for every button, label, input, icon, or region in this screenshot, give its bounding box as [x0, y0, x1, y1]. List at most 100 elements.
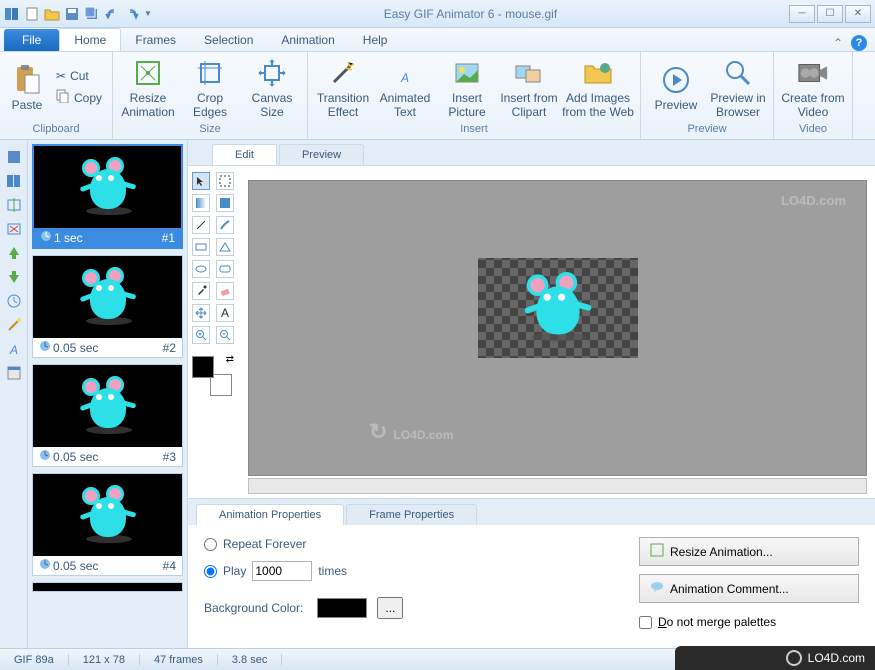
delete-frame-icon[interactable] [5, 220, 23, 238]
comment-icon [650, 580, 664, 597]
undo-icon[interactable] [104, 6, 120, 22]
collapse-ribbon-icon[interactable]: ⌃ [833, 36, 843, 50]
resize-animation-button[interactable]: Resize Animation [119, 55, 177, 121]
move-tool[interactable] [192, 304, 210, 322]
tab-animation[interactable]: Animation [267, 29, 348, 51]
frame-list[interactable]: 1 sec#1 0.05 sec#2 0.05 sec#3 0.05 sec#4 [28, 140, 188, 648]
insert-clipart-button[interactable]: Insert from Clipart [500, 55, 558, 121]
properties-icon[interactable] [5, 364, 23, 382]
redo-icon[interactable] [124, 6, 140, 22]
select-tool[interactable] [192, 172, 210, 190]
merge-palettes-checkbox[interactable] [639, 616, 652, 629]
line-tool[interactable] [192, 216, 210, 234]
canvas-size-button[interactable]: Canvas Size [243, 55, 301, 121]
rounded-rect-tool[interactable] [216, 260, 234, 278]
minimize-button[interactable]: ─ [789, 5, 815, 23]
add-from-web-button[interactable]: Add Images from the Web [562, 55, 634, 121]
edit-tabs: Edit Preview [188, 140, 875, 166]
timing-icon[interactable] [5, 292, 23, 310]
text-tool-icon[interactable]: A [5, 340, 23, 358]
ribbon-group-size: Resize Animation Crop Edges Canvas Size … [113, 52, 308, 139]
zoom-out-tool[interactable] [216, 326, 234, 344]
create-video-button[interactable]: Create from Video [780, 55, 846, 121]
animated-text-button[interactable]: AAnimated Text [376, 55, 434, 121]
folder-web-icon [582, 57, 614, 89]
merge-palettes-label: DDo not merge paletteso not merge palett… [658, 615, 776, 629]
resize-animation-props-button[interactable]: Resize Animation... [639, 537, 859, 566]
gradient-tool[interactable] [192, 194, 210, 212]
bgcolor-swatch[interactable] [317, 598, 367, 618]
cut-button[interactable]: ✂Cut [52, 67, 106, 85]
eraser-tool[interactable] [216, 282, 234, 300]
status-format: GIF 89a [0, 654, 69, 666]
fg-color[interactable] [192, 356, 214, 378]
properties-panel: Animation Properties Frame Properties Re… [188, 498, 875, 648]
frame-item[interactable]: 1 sec#1 [32, 144, 183, 249]
frame-duration: 0.05 sec [53, 559, 98, 573]
wizard-icon[interactable] [5, 148, 23, 166]
draw-toolbar: A ⇄ [188, 166, 244, 498]
animation-comment-button[interactable]: Animation Comment... [639, 574, 859, 603]
preview-browser-button[interactable]: Preview in Browser [709, 55, 767, 121]
new-icon[interactable] [24, 6, 40, 22]
preview-button[interactable]: Preview [647, 55, 705, 121]
save-icon[interactable] [64, 6, 80, 22]
tab-selection[interactable]: Selection [190, 29, 267, 51]
file-tab[interactable]: File [4, 29, 59, 51]
open-icon[interactable] [44, 6, 60, 22]
crop-icon [194, 57, 226, 89]
frames-icon[interactable] [5, 172, 23, 190]
move-up-icon[interactable] [5, 244, 23, 262]
play-icon [660, 64, 692, 96]
qat-dropdown-icon[interactable]: ▼ [144, 9, 152, 18]
canvas[interactable]: LO4D.com ↻ LO4D.com [248, 180, 867, 476]
watermark: LO4D.com [781, 193, 846, 208]
tab-frames[interactable]: Frames [121, 29, 190, 51]
zoom-in-tool[interactable] [192, 326, 210, 344]
rect-tool[interactable] [192, 238, 210, 256]
transition-effect-button[interactable]: Transition Effect [314, 55, 372, 121]
tab-edit[interactable]: Edit [212, 144, 277, 165]
effects-icon[interactable] [5, 316, 23, 334]
bgcolor-picker-button[interactable]: ... [377, 597, 403, 619]
frame-number: #2 [163, 341, 176, 355]
clipart-icon [513, 57, 545, 89]
marquee-tool[interactable] [216, 172, 234, 190]
menu-tabs: File Home Frames Selection Animation Hel… [0, 28, 875, 52]
repeat-forever-radio[interactable] [204, 538, 217, 551]
save-all-icon[interactable] [84, 6, 100, 22]
copy-button[interactable]: Copy [52, 87, 106, 108]
tab-home[interactable]: Home [59, 28, 121, 51]
crop-edges-button[interactable]: Crop Edges [181, 55, 239, 121]
frame-item[interactable]: 0.05 sec#3 [32, 364, 183, 467]
insert-frame-icon[interactable] [5, 196, 23, 214]
triangle-tool[interactable] [216, 238, 234, 256]
horizontal-scrollbar[interactable] [248, 478, 867, 494]
app-icon [4, 6, 20, 22]
move-down-icon[interactable] [5, 268, 23, 286]
play-radio[interactable] [204, 565, 217, 578]
play-count-input[interactable] [252, 561, 312, 581]
color-swatches[interactable]: ⇄ [192, 356, 232, 396]
text-tool[interactable]: A [216, 304, 234, 322]
maximize-button[interactable]: ☐ [817, 5, 843, 23]
frame-item[interactable]: 0.05 sec#4 [32, 473, 183, 576]
repeat-forever-label: Repeat Forever [223, 537, 306, 551]
frame-number: #1 [162, 231, 175, 245]
eyedropper-tool[interactable] [192, 282, 210, 300]
frame-item[interactable] [32, 582, 183, 592]
tab-help[interactable]: Help [349, 29, 402, 51]
paste-button[interactable]: Paste [6, 63, 48, 112]
tab-anim-props[interactable]: Animation Properties [196, 504, 344, 525]
close-button[interactable]: ✕ [845, 5, 871, 23]
frame-item[interactable]: 0.05 sec#2 [32, 255, 183, 358]
brush-tool[interactable] [216, 216, 234, 234]
tab-frame-props[interactable]: Frame Properties [346, 504, 477, 525]
ellipse-tool[interactable] [192, 260, 210, 278]
swap-colors-icon[interactable]: ⇄ [226, 354, 234, 365]
tab-preview[interactable]: Preview [279, 144, 364, 165]
help-icon[interactable]: ? [851, 35, 867, 51]
ribbon-group-video: Create from Video Video [774, 52, 853, 139]
fill-tool[interactable] [216, 194, 234, 212]
insert-picture-button[interactable]: Insert Picture [438, 55, 496, 121]
